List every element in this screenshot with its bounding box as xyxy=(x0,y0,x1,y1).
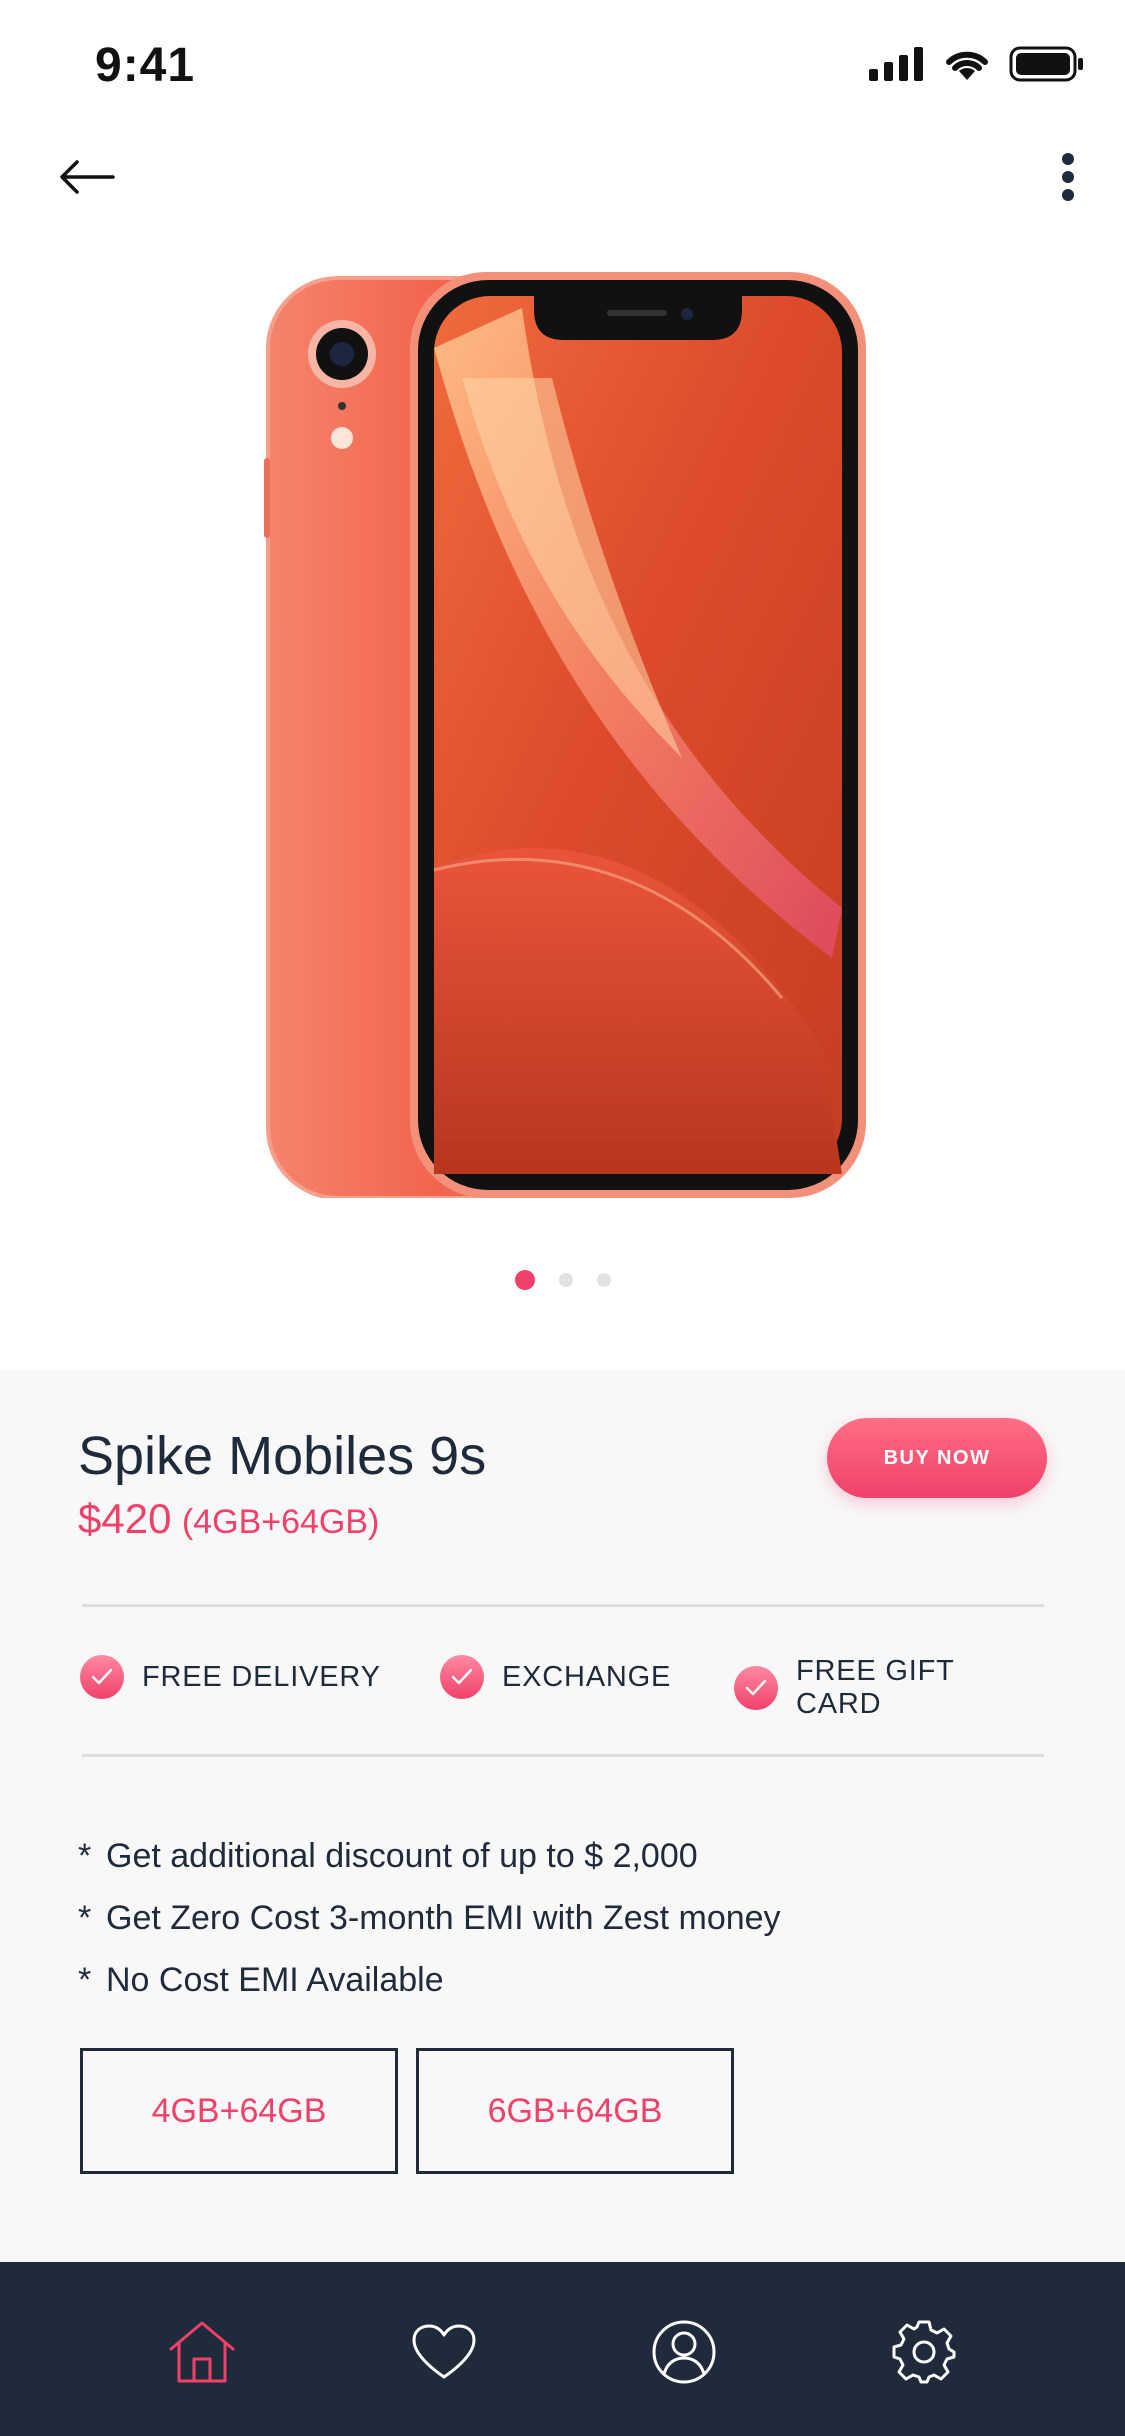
feature-label: FREE GIFT CARD xyxy=(795,1655,955,1720)
bottom-tab-bar xyxy=(0,2262,1125,2436)
feature-exchange: EXCHANGE xyxy=(440,1655,671,1699)
product-detail-panel: Spike Mobiles 9s $420 (4GB+64GB) BUY NOW… xyxy=(0,1370,1125,2262)
check-icon xyxy=(440,1655,484,1699)
check-icon xyxy=(734,1666,778,1710)
gear-icon xyxy=(892,2320,956,2384)
signal-icon xyxy=(869,47,923,81)
carousel-dot[interactable] xyxy=(558,1273,573,1287)
feature-list: FREE DELIVERY EXCHANGE FREE GIFT CARD xyxy=(78,1655,1048,1725)
feature-label: EXCHANGE xyxy=(502,1660,672,1693)
offer-text: No Cost EMI Available xyxy=(106,1961,444,1999)
tab-favorites[interactable] xyxy=(404,2312,484,2392)
heart-icon xyxy=(412,2324,476,2379)
offer-bullet: * xyxy=(78,1837,92,1875)
home-icon xyxy=(169,2321,235,2383)
back-button[interactable] xyxy=(52,142,122,212)
tab-profile[interactable] xyxy=(644,2312,724,2392)
price-row: $420 (4GB+64GB) xyxy=(78,1495,379,1543)
buy-now-button[interactable]: BUY NOW xyxy=(827,1418,1047,1498)
tab-settings[interactable] xyxy=(884,2312,964,2392)
product-variant: (4GB+64GB) xyxy=(181,1503,380,1541)
status-bar: 9:41 xyxy=(0,0,1125,132)
product-image-carousel[interactable] xyxy=(0,240,1125,1230)
carousel-indicator xyxy=(0,1270,1125,1290)
variant-option-4gb-64gb[interactable]: 4GB+64GB xyxy=(80,2048,398,2174)
offer-bullet: * xyxy=(78,1899,92,1937)
status-icons xyxy=(869,46,1085,82)
status-time: 9:41 xyxy=(95,39,196,92)
offer-item: * No Cost EMI Available xyxy=(78,1949,781,2011)
carousel-dot-active[interactable] xyxy=(514,1270,535,1290)
offer-text: Get additional discount of up to $ 2,000 xyxy=(106,1837,698,1875)
wifi-icon xyxy=(946,51,988,80)
variant-option-6gb-64gb[interactable]: 6GB+64GB xyxy=(416,2048,734,2174)
product-image xyxy=(264,272,866,1198)
offer-item: * Get Zero Cost 3-month EMI with Zest mo… xyxy=(78,1887,781,1949)
divider xyxy=(82,1604,1044,1607)
divider xyxy=(82,1754,1044,1757)
tab-home[interactable] xyxy=(162,2312,242,2392)
carousel-dot[interactable] xyxy=(596,1273,611,1287)
product-price: $420 xyxy=(78,1495,172,1542)
back-arrow-icon xyxy=(60,160,115,194)
offer-list: * Get additional discount of up to $ 2,0… xyxy=(78,1825,781,2011)
offer-text: Get Zero Cost 3-month EMI with Zest mone… xyxy=(106,1899,781,1937)
product-title: Spike Mobiles 9s xyxy=(78,1426,487,1486)
profile-icon xyxy=(652,2320,716,2384)
feature-free-delivery: FREE DELIVERY xyxy=(80,1655,381,1699)
variant-selector: 4GB+64GB 6GB+64GB xyxy=(80,2048,734,2174)
offer-item: * Get additional discount of up to $ 2,0… xyxy=(78,1825,781,1887)
offer-bullet: * xyxy=(78,1961,92,1999)
feature-free-gift-card: FREE GIFT CARD xyxy=(734,1655,1048,1721)
battery-icon xyxy=(1009,46,1083,82)
more-options-button[interactable] xyxy=(1033,138,1103,216)
more-vertical-icon xyxy=(1062,153,1074,201)
feature-label: FREE DELIVERY xyxy=(142,1660,381,1693)
check-icon xyxy=(80,1655,124,1699)
